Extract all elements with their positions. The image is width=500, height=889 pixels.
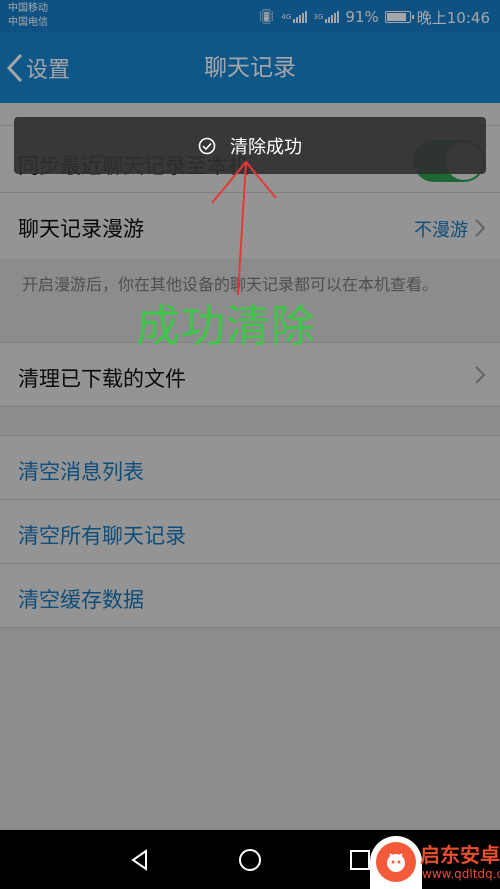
watermark-name: 启东安卓网 [420,843,500,867]
watermark-url: www.qdltdq.com [422,867,500,881]
watermark-logo [370,836,422,889]
circle-home-icon [239,848,261,871]
annotation-arrow [211,160,277,296]
annotation-text: 成功清除 [136,301,316,352]
nav-back-button[interactable] [110,830,170,889]
watermark: 启东安卓网 www.qdltdq.com [370,836,500,889]
nav-home-button[interactable] [220,830,280,889]
triangle-back-icon [131,848,147,871]
square-recents-icon [350,849,370,870]
watermark-logo-icon [376,842,416,882]
